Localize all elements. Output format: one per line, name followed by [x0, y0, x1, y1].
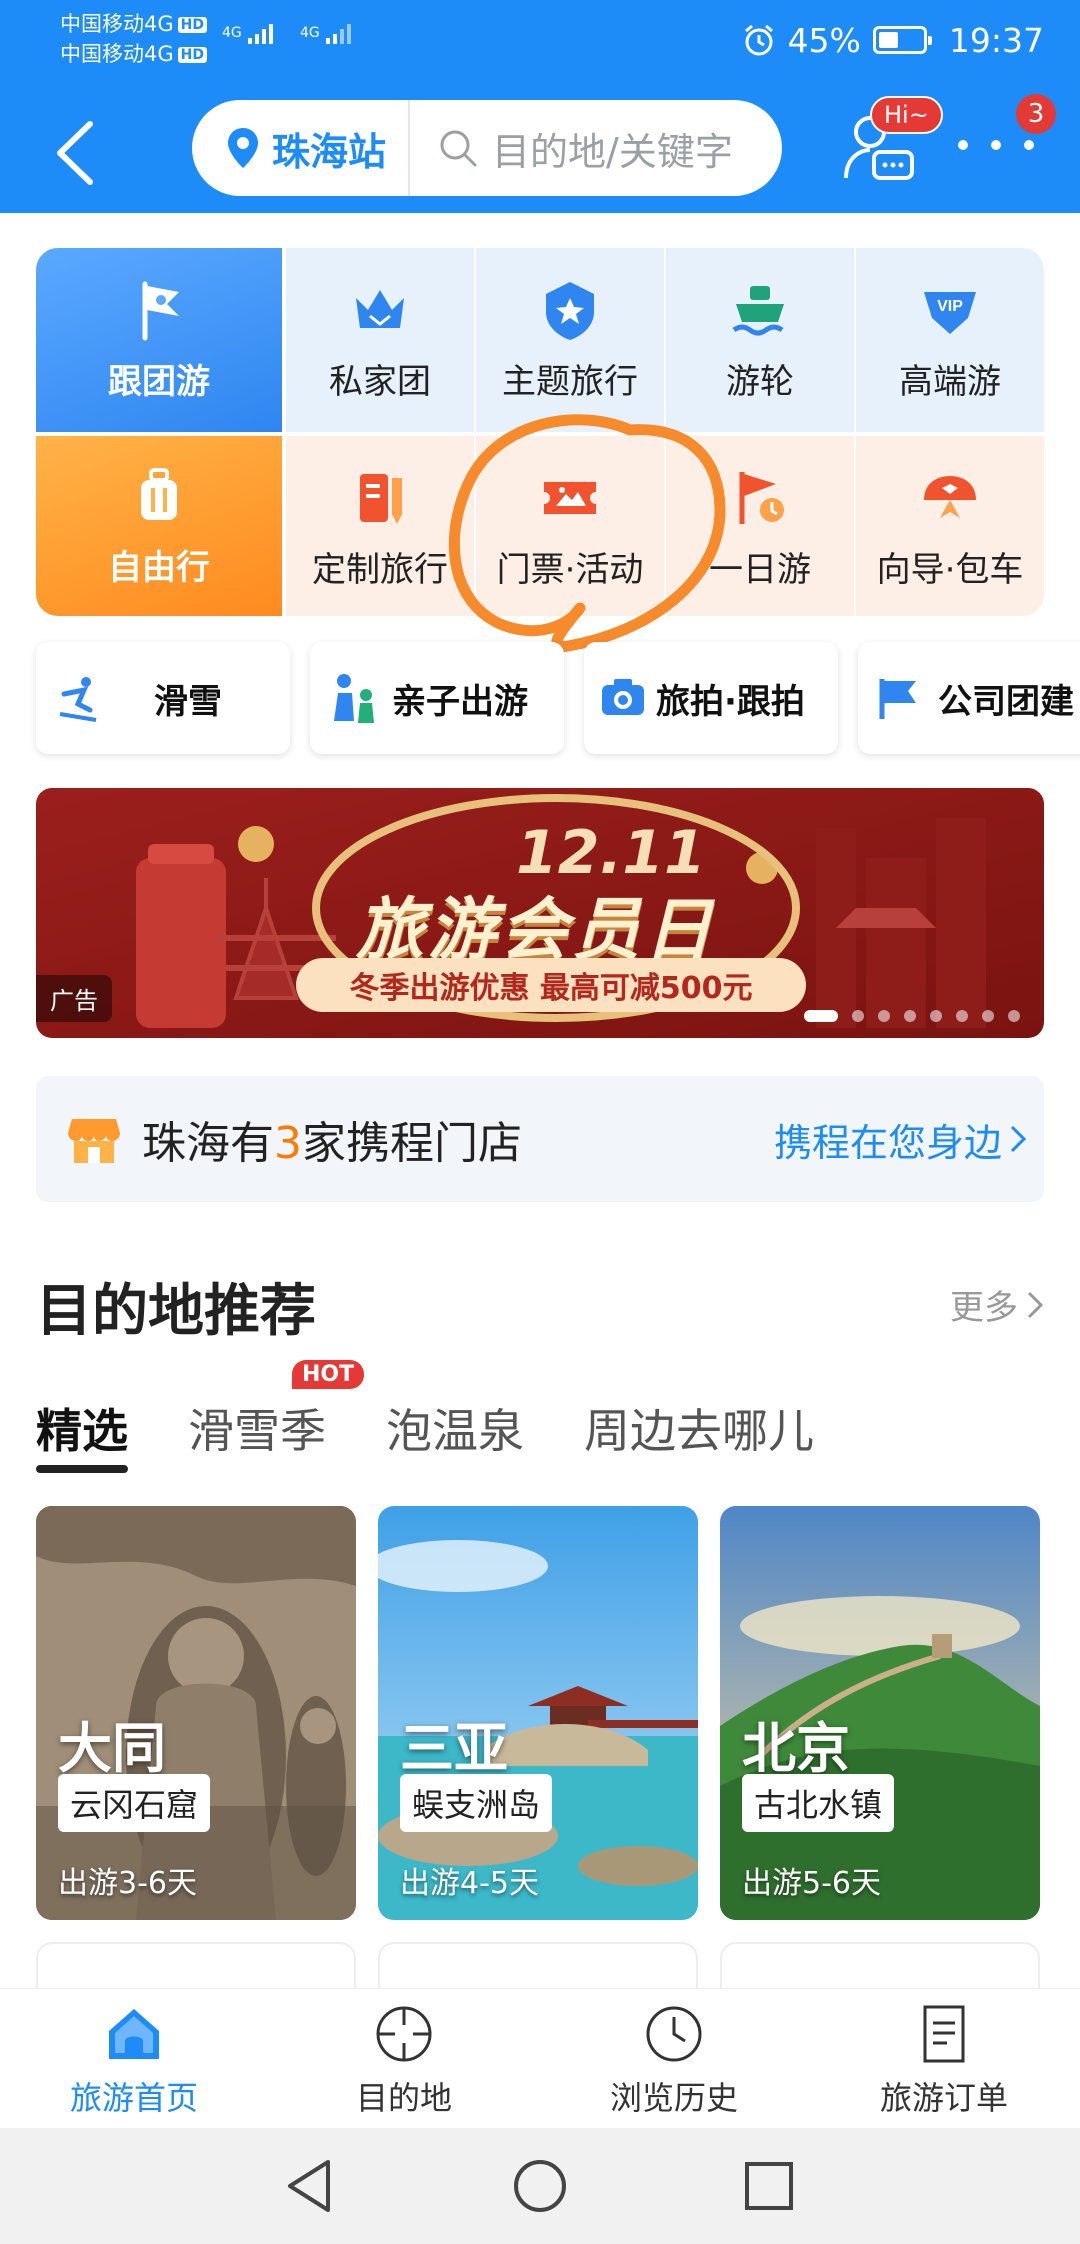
grid-item-free-travel[interactable]: 自由行 — [36, 436, 282, 616]
luggage-icon — [141, 467, 177, 520]
system-home-button[interactable] — [512, 2158, 568, 2214]
tab-nearby[interactable]: 周边去哪儿 — [584, 1395, 814, 1461]
nav-history[interactable]: 浏览历史 — [574, 2003, 774, 2119]
hot-badge: HOT — [292, 1360, 365, 1389]
system-navigation-bar — [0, 2128, 1080, 2244]
battery-icon — [872, 26, 932, 54]
nav-home[interactable]: 旅游首页 — [34, 2003, 234, 2119]
dest-days: 出游3-6天 — [58, 1866, 197, 1901]
chip-family-trip[interactable]: 亲子出游 — [310, 642, 564, 754]
flag-icon — [142, 281, 179, 340]
ad-label: 广告 — [36, 975, 112, 1022]
order-list-icon — [923, 2005, 965, 2063]
annotation-circle — [448, 414, 726, 653]
system-back-button[interactable] — [284, 2158, 336, 2214]
more-link[interactable]: 更多 — [950, 1280, 1044, 1329]
clock-icon — [646, 2006, 702, 2062]
svg-text:VIP: VIP — [937, 298, 963, 315]
dest-city: 北京 — [742, 1717, 850, 1780]
store-nearby-link[interactable]: 携程在您身边 — [774, 1112, 1028, 1167]
destination-card-sanya[interactable]: 三亚 蜈支洲岛 出游4-5天 — [378, 1506, 698, 1920]
grid-item-guide-charter[interactable]: 向导·包车 — [856, 436, 1044, 616]
pagination-dot — [904, 1010, 916, 1022]
search-icon — [440, 130, 477, 167]
dest-days: 出游4-5天 — [400, 1866, 539, 1901]
station-label: 珠海站 — [272, 129, 387, 174]
section-title: 目的地推荐 — [36, 1279, 316, 1344]
nav-orders[interactable]: 旅游订单 — [844, 2003, 1044, 2119]
signal-icon: 4G — [222, 20, 286, 46]
back-button[interactable] — [52, 118, 96, 188]
system-recents-button[interactable] — [744, 2161, 794, 2211]
pagination-dot — [930, 1010, 942, 1022]
store-text: 珠海有3家携程门店 — [142, 1118, 522, 1169]
vip-icon: VIP — [924, 291, 976, 334]
chip-company-team[interactable]: 公司团建 — [858, 642, 1080, 754]
clock-time: 19:37 — [948, 20, 1044, 60]
status-right: 45% 19:37 — [742, 18, 1044, 62]
dest-city: 三亚 — [400, 1717, 508, 1780]
promo-banner[interactable]: 12.11 旅游会员日 冬季出游优惠 最高可减500元 广告 — [36, 788, 1044, 1038]
chip-travel-photo[interactable]: 旅拍·跟拍 — [584, 642, 838, 754]
dest-spot: 古北水镇 — [742, 1774, 895, 1832]
camera-icon — [602, 679, 644, 715]
pagination-dot — [878, 1010, 890, 1022]
ski-icon — [59, 677, 97, 722]
chevron-right-icon — [1027, 1291, 1044, 1318]
dest-city: 大同 — [58, 1717, 166, 1780]
pagination-dot — [956, 1010, 968, 1022]
star-shield-icon — [546, 281, 594, 340]
hi-badge: Hi~ — [870, 96, 943, 134]
pagination-dot — [1008, 1010, 1020, 1022]
tab-featured[interactable]: 精选 — [36, 1395, 128, 1461]
tab-underline — [36, 1465, 128, 1473]
top-header: 中国移动4G HD 中国移动4G HD 4G 4G 45% 19:37 珠海站 目的… — [0, 0, 1080, 213]
crown-icon — [356, 289, 404, 328]
destination-card-datong[interactable]: 大同 云冈石窟 出游3-6天 — [36, 1506, 356, 1920]
pagination-dot — [982, 1010, 994, 1022]
dest-spot: 蜈支洲岛 — [400, 1774, 553, 1832]
bottom-navigation: 旅游首页 目的地 浏览历史 旅游订单 — [0, 1988, 1080, 2128]
search-placeholder: 目的地/关键字 — [492, 129, 733, 174]
store-icon — [68, 1119, 120, 1163]
home-icon — [109, 2009, 159, 2059]
store-info-row[interactable]: 珠海有3家携程门店 携程在您身边 — [36, 1076, 1044, 1202]
pagination-dot — [804, 1010, 838, 1022]
guide-hat-icon — [924, 475, 976, 518]
chip-ski[interactable]: 滑雪 — [36, 642, 290, 754]
signal-icon-2: 4G — [300, 20, 364, 46]
location-pin-icon — [228, 128, 258, 168]
ship-icon — [732, 285, 784, 335]
family-icon — [334, 674, 374, 723]
banner-pagination — [804, 1010, 1020, 1022]
pagination-dot — [852, 1010, 864, 1022]
alarm-icon — [744, 24, 773, 56]
station-selector[interactable]: 珠海站 — [192, 100, 411, 196]
search-input[interactable]: 目的地/关键字 — [410, 121, 733, 176]
search-bar[interactable]: 珠海站 目的地/关键字 — [192, 100, 782, 196]
carrier-1: 中国移动4G HD — [60, 12, 207, 36]
grid-item-group-tour[interactable]: 跟团游 — [36, 248, 282, 432]
grid-item-premium-tour[interactable]: VIP 高端游 — [856, 248, 1044, 432]
tab-hot-spring[interactable]: 泡温泉 — [386, 1395, 524, 1461]
crosshair-icon — [376, 2006, 432, 2062]
destination-card-beijing[interactable]: 北京 古北水镇 出游5-6天 — [720, 1506, 1040, 1920]
carrier-2: 中国移动4G HD — [60, 42, 207, 66]
battery-percent: 45% — [787, 20, 861, 60]
more-dot-icon — [1024, 140, 1034, 150]
pencil-book-icon — [360, 473, 402, 524]
nav-destinations[interactable]: 目的地 — [304, 2003, 504, 2119]
dest-spot: 云冈石窟 — [58, 1774, 211, 1832]
company-flag-icon — [879, 679, 916, 719]
more-dot-icon — [958, 140, 968, 150]
dest-days: 出游5-6天 — [742, 1866, 881, 1901]
tab-ski-season[interactable]: 滑雪季 — [188, 1395, 326, 1461]
banner-subtitle-pill: 冬季出游优惠 最高可减500元 — [296, 958, 806, 1012]
notification-badge: 3 — [1016, 94, 1056, 134]
chevron-right-icon — [1010, 1125, 1027, 1153]
more-dot-icon — [991, 140, 1001, 150]
